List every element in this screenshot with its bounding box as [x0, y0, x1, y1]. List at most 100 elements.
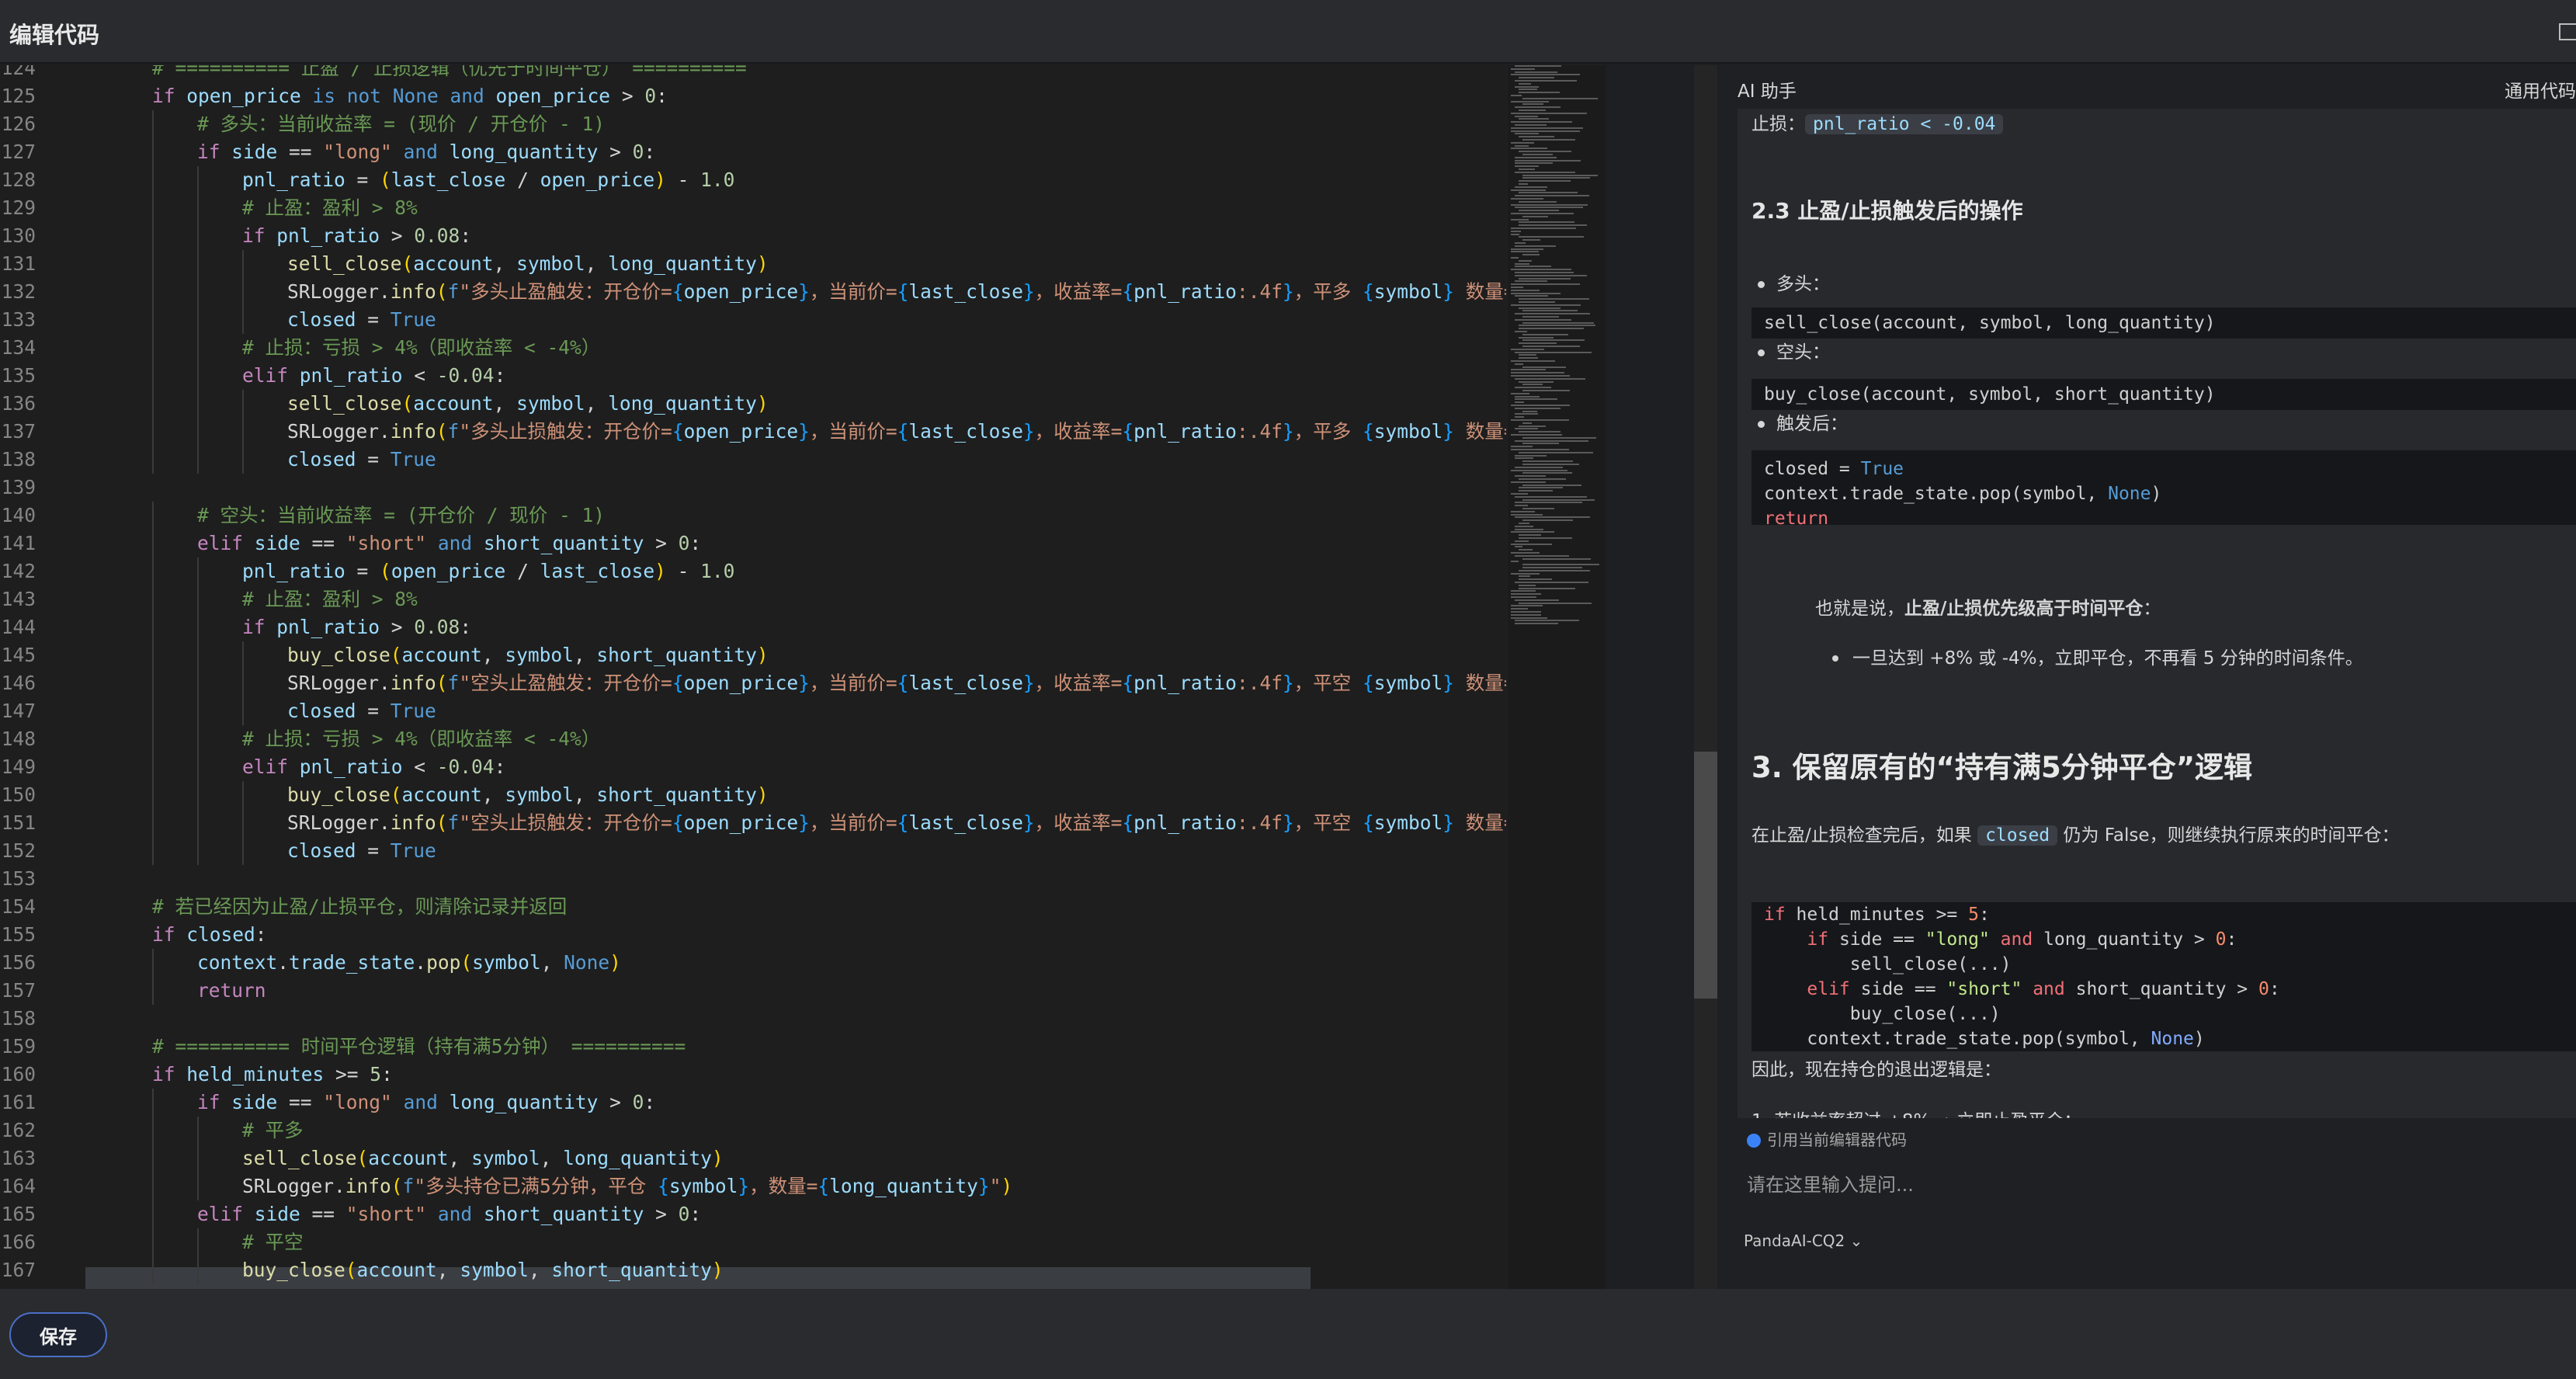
ai-chat-messages[interactable]: 止损： pnl_ratio < -0.04 2.3 止盈/止损触发后的操作 多头：…: [1738, 109, 2576, 1118]
minimap-line: [1519, 451, 1593, 453]
code-line[interactable]: 127 if side == "long" and long_quantity >…: [0, 138, 1506, 166]
code-token: ): [756, 392, 769, 415]
code-line[interactable]: 134 # 止损：亏损 > 4%（即收益率 < -4%）: [0, 334, 1506, 362]
indent-guide: [152, 613, 154, 641]
code-line[interactable]: 132 SRLogger.info(f"多头止盈触发：开仓价={open_pric…: [0, 278, 1506, 306]
minimap-line: [1511, 251, 1539, 253]
code-line[interactable]: 146 SRLogger.info(f"空头止盈触发：开仓价={open_pric…: [0, 669, 1506, 697]
editor-scrollbar[interactable]: [1694, 65, 1717, 1289]
code-line[interactable]: 152 closed = True: [0, 837, 1506, 865]
code-line[interactable]: 130 if pnl_ratio > 0.08:: [0, 222, 1506, 250]
code-line[interactable]: 147 closed = True: [0, 697, 1506, 725]
code-line[interactable]: 138 closed = True: [0, 446, 1506, 474]
code-line[interactable]: 140 # 空头：当前收益率 = (开仓价 / 现价 - 1): [0, 502, 1506, 530]
reference-editor-code[interactable]: 引用当前编辑器代码: [1747, 1127, 1907, 1150]
bullet-dot: [1758, 281, 1765, 288]
code-line[interactable]: 136 sell_close(account, symbol, long_quan…: [0, 390, 1506, 418]
code-line[interactable]: 166 # 平空: [0, 1228, 1506, 1256]
code-text: closed = True: [287, 446, 436, 474]
code-line[interactable]: 160 if held_minutes >= 5:: [0, 1061, 1506, 1089]
code-line[interactable]: 142 pnl_ratio = (open_price / last_close)…: [0, 558, 1506, 585]
save-button[interactable]: 保存: [9, 1312, 107, 1357]
code-line[interactable]: 154 # 若已经因为止盈/止损平仓，则清除记录并返回: [0, 893, 1506, 921]
code-text: None: [2108, 484, 2151, 504]
code-line[interactable]: 153: [0, 865, 1506, 893]
code-line[interactable]: 164 SRLogger.info(f"多头持仓已满5分钟，平仓 {symbol}…: [0, 1172, 1506, 1200]
code-token: symbol: [668, 1175, 738, 1197]
code-line[interactable]: 125 if open_price is not None and open_pr…: [0, 82, 1506, 110]
code-line[interactable]: 155 if closed:: [0, 921, 1506, 949]
code-line[interactable]: 139: [0, 474, 1506, 502]
code-token: # 空头：当前收益率 = (开仓价 / 现价 - 1): [197, 504, 606, 526]
code-line[interactable]: 165 elif side == "short" and short_quanti…: [0, 1200, 1506, 1228]
maximize-icon[interactable]: [2559, 23, 2576, 40]
minimap-line: [1515, 245, 1556, 247]
minimap-line: [1515, 516, 1590, 519]
code-token: elif: [1807, 979, 1850, 999]
code-token: "short": [1946, 979, 2022, 999]
minimap-line: [1511, 292, 1561, 294]
code-line[interactable]: 167 buy_close(account, symbol, short_quan…: [0, 1256, 1506, 1284]
code-line[interactable]: 143 # 止盈：盈利 > 8%: [0, 585, 1506, 613]
code-line[interactable]: 162 # 平多: [0, 1117, 1506, 1145]
code-line[interactable]: 135 elif pnl_ratio < -0.04:: [0, 362, 1506, 390]
ai-mode-selector[interactable]: 通用代码: [2505, 76, 2576, 102]
code-line[interactable]: 158: [0, 1005, 1506, 1033]
line-number: 163: [1, 1147, 36, 1169]
code-line[interactable]: 159 # ========== 时间平仓逻辑（持有满5分钟） =========…: [0, 1033, 1506, 1061]
question-input[interactable]: 请在这里输入提问...: [1747, 1169, 1914, 1197]
code-line[interactable]: 124 # ========== 止盈 / 止损逻辑（优先于时间平仓） =====…: [0, 65, 1506, 82]
code-token: (: [380, 168, 391, 191]
code-line[interactable]: 156 context.trade_state.pop(symbol, None): [0, 949, 1506, 977]
code-line[interactable]: 145 buy_close(account, symbol, short_quan…: [0, 641, 1506, 669]
minimap-line: [1522, 410, 1537, 412]
minimap-line: [1522, 366, 1566, 368]
scrollbar-thumb[interactable]: [1694, 752, 1717, 999]
code-line[interactable]: 137 SRLogger.info(f"多头止损触发：开仓价={open_pric…: [0, 418, 1506, 446]
code-token: "空头止盈触发：开仓价=: [459, 672, 672, 694]
code-text: ): [2151, 484, 2162, 504]
code-token: :: [644, 141, 656, 163]
code-line[interactable]: 161 if side == "long" and long_quantity >…: [0, 1089, 1506, 1117]
minimap-line: [1522, 339, 1585, 342]
minimap[interactable]: [1508, 65, 1606, 1289]
indent-guide: [242, 697, 244, 725]
code-token: {: [897, 280, 909, 303]
minimap-line: [1511, 434, 1562, 436]
code-line[interactable]: 133 closed = True: [0, 306, 1506, 334]
code-token: last_close: [908, 811, 1023, 834]
code-token: =: [367, 700, 391, 722]
code-line[interactable]: 157 return: [0, 977, 1506, 1005]
code-token: if: [197, 1091, 232, 1113]
code-line[interactable]: 163 sell_close(account, symbol, long_quan…: [0, 1145, 1506, 1172]
code-line[interactable]: 129 # 止盈：盈利 > 8%: [0, 194, 1506, 222]
indent-guide: [242, 250, 244, 278]
indent-guide: [197, 418, 199, 446]
code-text: elif pnl_ratio < -0.04:: [242, 753, 505, 781]
code-line[interactable]: 128 pnl_ratio = (last_close / open_price)…: [0, 166, 1506, 194]
model-selector[interactable]: PandaAI-CQ2 ⌄: [1744, 1231, 1863, 1250]
code-token: ): [654, 560, 666, 582]
minimap-line: [1519, 328, 1584, 330]
code-editor[interactable]: 124 # ========== 止盈 / 止损逻辑（优先于时间平仓） =====…: [0, 65, 1506, 1289]
code-line[interactable]: 144 if pnl_ratio > 0.08:: [0, 613, 1506, 641]
code-line[interactable]: 126 # 多头：当前收益率 = (现价 / 开仓价 - 1): [0, 110, 1506, 138]
code-token: open_price: [683, 420, 799, 443]
code-text: if closed:: [152, 921, 267, 949]
code-line[interactable]: 141 elif side == "short" and short_quanti…: [0, 530, 1506, 558]
code-token: ，平多: [1293, 280, 1363, 303]
minimap-line: [1519, 354, 1536, 356]
code-line[interactable]: 149 elif pnl_ratio < -0.04:: [0, 753, 1506, 781]
code-token: info: [345, 1175, 391, 1197]
code-line[interactable]: 131 sell_close(account, symbol, long_quan…: [0, 250, 1506, 278]
code-token: 数量=: [1465, 811, 1506, 834]
code-token: account: [368, 1147, 449, 1169]
minimap-line: [1519, 549, 1533, 551]
minimap-line: [1522, 174, 1598, 176]
code-token: pnl_ratio: [299, 364, 415, 387]
code-line[interactable]: 148 # 止损：亏损 > 4%（即收益率 < -4%）: [0, 725, 1506, 753]
code-line[interactable]: 151 SRLogger.info(f"空头止损触发：开仓价={open_pric…: [0, 809, 1506, 837]
minimap-line: [1522, 254, 1540, 256]
code-line[interactable]: 150 buy_close(account, symbol, short_quan…: [0, 781, 1506, 809]
